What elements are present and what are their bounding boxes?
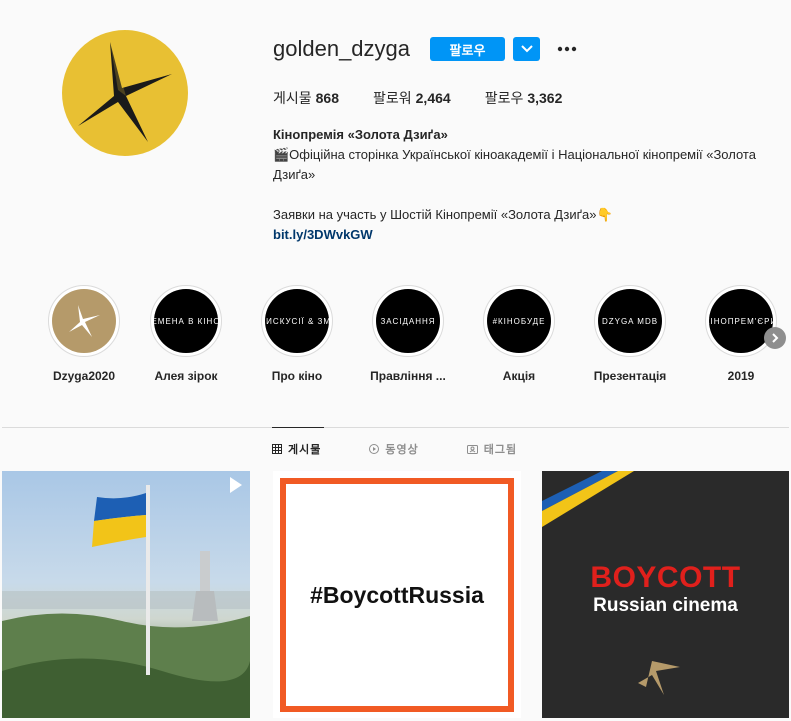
kyiv-flag-photo: [2, 477, 250, 718]
post-boycott-title: BOYCOTT: [590, 561, 741, 594]
golden-dzyga-logo-icon: [78, 42, 172, 142]
stat-followers[interactable]: 팔로워 2,464: [373, 88, 451, 108]
highlight-label: Акція: [502, 369, 536, 383]
highlight-cover: #КІНОБУДЕ: [487, 289, 551, 353]
video-icon: [369, 444, 380, 454]
highlight-cover: ДИСКУСІЇ & ЗМІ: [265, 289, 329, 353]
highlight-cover: DZYGA MDB: [598, 289, 662, 353]
bio-link[interactable]: bit.ly/3DWvkGW: [273, 225, 783, 245]
highlight-cover: КІНОПРЕМ'ЄРИ: [709, 289, 773, 353]
tab-videos[interactable]: 동영상: [369, 441, 418, 457]
tab-posts[interactable]: 게시물: [272, 441, 321, 457]
profile-username: golden_dzyga: [273, 36, 411, 61]
highlight-label: 2019: [727, 369, 755, 383]
options-button[interactable]: [556, 38, 578, 60]
highlight-label: Dzyga2020: [52, 369, 116, 383]
highlight-item[interactable]: ЗАСІДАННЯ Правління ...: [360, 285, 456, 383]
grid-icon: [272, 444, 282, 454]
profile-full-name: Кінопремія «Золота Дзиґа»: [273, 127, 448, 142]
highlight-item[interactable]: ДИСКУСІЇ & ЗМІ Про кіно: [249, 285, 345, 383]
highlight-item[interactable]: Dzyga2020: [36, 285, 132, 383]
more-options-icon: [557, 46, 577, 52]
active-tab-indicator: [272, 427, 324, 428]
highlight-item[interactable]: #КІНОБУДЕ Акція: [471, 285, 567, 383]
post-boycott-subtitle: Russian cinema: [593, 595, 738, 616]
suggested-accounts-button[interactable]: [513, 37, 540, 61]
tab-tagged[interactable]: 태그됨: [466, 441, 517, 457]
post-hashtag-text: #BoycottRussia: [310, 581, 484, 608]
boycott-frame: #BoycottRussia: [280, 478, 514, 712]
golden-dzyga-logo-icon: [69, 305, 100, 337]
highlight-label: Алея зірок: [154, 369, 218, 383]
stat-posts: 게시물 868: [273, 90, 339, 106]
highlight-cover: ЗАСІДАННЯ: [376, 289, 440, 353]
highlight-label: Про кіно: [271, 369, 323, 383]
highlight-item[interactable]: DZYGA MDB Презентація: [582, 285, 678, 383]
highlight-label: Правління ...: [370, 369, 446, 383]
tag-icon: [466, 445, 478, 454]
highlight-cover: ЕМЕНА В КІНО: [154, 289, 218, 353]
post-thumbnail[interactable]: BOYCOTT Russian cinema: [542, 471, 789, 718]
chevron-right-icon: [772, 333, 779, 343]
follow-button[interactable]: 팔로우: [430, 37, 505, 61]
post-thumbnail[interactable]: [2, 471, 250, 718]
profile-bio: Кінопремія «Золота Дзиґа» 🎬Офіційна стор…: [273, 125, 783, 245]
post-thumbnail[interactable]: #BoycottRussia: [273, 471, 521, 718]
highlights-next-button[interactable]: [764, 327, 786, 349]
profile-tabs: 게시물 동영상 태그됨: [272, 441, 565, 457]
profile-stats: 게시물 868 팔로워 2,464 팔로우 3,362: [273, 88, 596, 108]
bio-description: 🎬Офіційна сторінка Української кіноакаде…: [273, 147, 756, 182]
highlight-label: Презентація: [593, 369, 667, 383]
highlight-item[interactable]: ЕМЕНА В КІНО Алея зірок: [138, 285, 234, 383]
profile-avatar[interactable]: [62, 30, 188, 156]
bio-announcement: Заявки на участь у Шостій Кінопремії «Зо…: [273, 207, 613, 222]
chevron-down-icon: [520, 45, 533, 53]
stat-following[interactable]: 팔로우 3,362: [485, 88, 563, 108]
highlight-cover: [52, 289, 116, 353]
tabs-divider: [2, 427, 789, 428]
story-highlights: Dzyga2020 ЕМЕНА В КІНО Алея зірок ДИСКУС…: [36, 285, 786, 385]
